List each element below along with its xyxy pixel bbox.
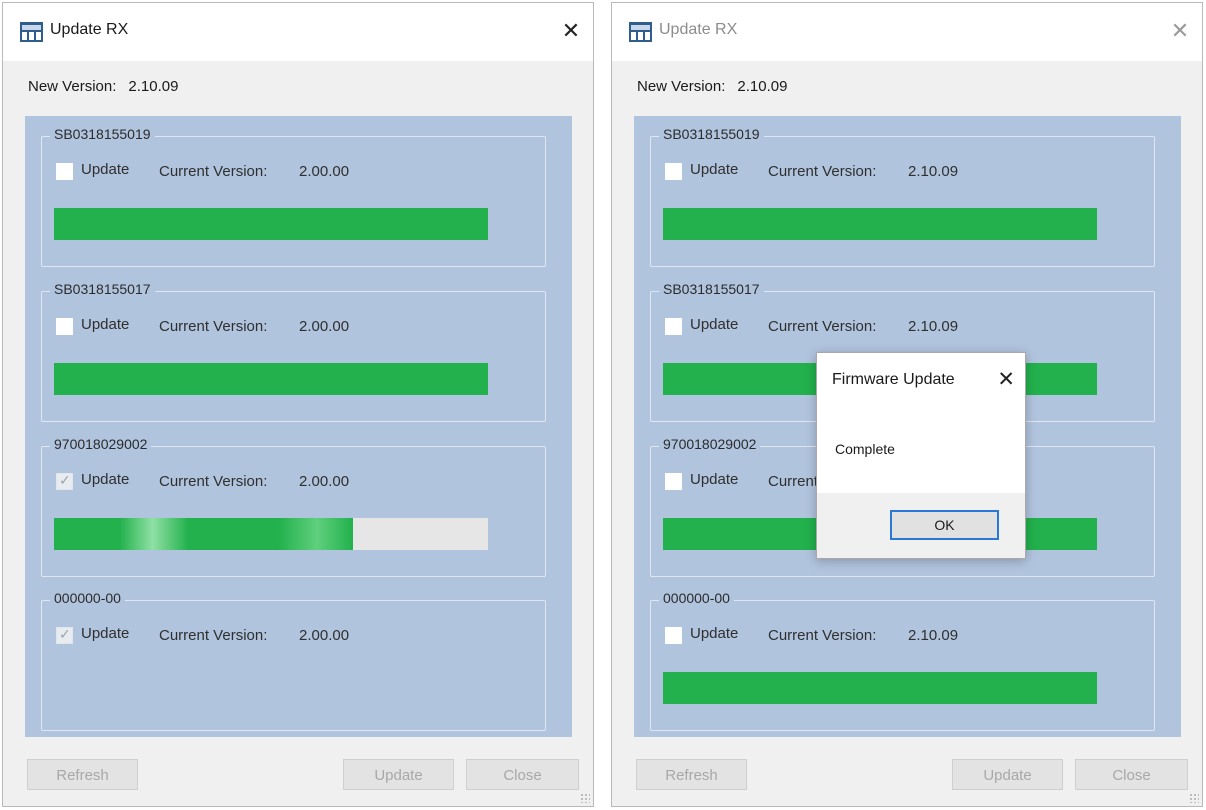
firmware-update-dialog: Firmware Update ✕ Complete OK [816, 352, 1026, 559]
title-bar: Update RX ✕ [612, 3, 1202, 61]
current-version-label: Current Version: [768, 318, 877, 335]
update-button[interactable]: Update [343, 759, 454, 790]
progress-bar [54, 518, 488, 550]
device-id: SB0318155017 [50, 281, 155, 297]
update-checkbox[interactable] [665, 163, 682, 180]
device-group: SB0318155019 Update Current Version: 2.0… [41, 126, 546, 267]
update-checkbox[interactable] [56, 626, 73, 644]
update-checkbox[interactable] [56, 163, 73, 180]
update-checkbox[interactable] [665, 473, 682, 490]
device-group: SB0318155017 Update Current Version: 2.0… [41, 281, 546, 422]
update-button[interactable]: Update [952, 759, 1063, 790]
current-version-label: Current [768, 473, 819, 490]
title-bar: Update RX ✕ [3, 3, 593, 61]
current-version-value: 2.10.09 [908, 318, 959, 335]
update-label: Update [690, 316, 739, 333]
progress-fill [54, 363, 488, 395]
current-version-label: Current Version: [768, 163, 877, 180]
current-version-value: 2.10.09 [908, 163, 959, 180]
progress-bar [663, 208, 1097, 240]
current-version-value: 2.10.09 [908, 627, 959, 644]
update-label: Update [81, 316, 130, 333]
current-version-label: Current Version: [159, 318, 268, 335]
new-version-label: New Version: [28, 78, 117, 95]
update-label: Update [81, 161, 130, 178]
update-label: Update [690, 161, 739, 178]
device-group: 000000-00 Update Current Version: 2.00.0… [41, 590, 546, 731]
device-id: 970018029002 [659, 436, 761, 452]
resize-grip-icon[interactable] [1189, 793, 1199, 803]
device-group: SB0318155019 Update Current Version: 2.1… [650, 126, 1155, 267]
device-id: SB0318155019 [50, 126, 155, 142]
device-panel: SB0318155019 Update Current Version: 2.0… [25, 116, 572, 737]
refresh-button[interactable]: Refresh [636, 759, 747, 790]
new-version-value: 2.10.09 [128, 78, 179, 95]
window-title: Update RX [50, 21, 129, 38]
current-version-value: 2.00.00 [299, 627, 350, 644]
update-checkbox[interactable] [56, 472, 73, 490]
new-version-value: 2.10.09 [737, 78, 788, 95]
update-label: Update [690, 625, 739, 642]
progress-bar [54, 208, 488, 240]
progress-bar [663, 672, 1097, 704]
update-checkbox[interactable] [665, 627, 682, 644]
update-checkbox[interactable] [56, 318, 73, 335]
update-checkbox[interactable] [665, 318, 682, 335]
progress-fill [663, 208, 1097, 240]
refresh-button[interactable]: Refresh [27, 759, 138, 790]
device-group: 970018029002 Update Current Version: 2.0… [41, 436, 546, 577]
close-button[interactable]: Close [466, 759, 579, 790]
window-title: Update RX [659, 21, 738, 38]
dialog-footer: OK [817, 493, 1025, 558]
progress-fill [54, 208, 488, 240]
current-version-label: Current Version: [768, 627, 877, 644]
close-icon[interactable]: ✕ [1164, 13, 1196, 49]
close-button[interactable]: Close [1075, 759, 1188, 790]
dialog-message: Complete [835, 441, 895, 457]
new-version: New Version: 2.10.09 [28, 78, 178, 95]
current-version-label: Current Version: [159, 163, 268, 180]
dialog-title: Firmware Update [832, 371, 955, 388]
resize-grip-icon[interactable] [580, 793, 590, 803]
close-icon[interactable]: ✕ [997, 367, 1015, 392]
ok-button[interactable]: OK [890, 510, 999, 540]
progress-bar [54, 363, 488, 395]
update-rx-window-left: Update RX ✕ New Version: 2.10.09 SB031815… [2, 2, 594, 807]
device-id: SB0318155017 [659, 281, 764, 297]
current-version-label: Current Version: [159, 627, 268, 644]
update-label: Update [690, 471, 739, 488]
app-logo-icon [20, 22, 43, 42]
update-label: Update [81, 625, 130, 642]
device-group: 000000-00 Update Current Version: 2.10.0… [650, 590, 1155, 731]
device-id: 000000-00 [50, 590, 125, 606]
device-id: 970018029002 [50, 436, 152, 452]
close-icon[interactable]: ✕ [555, 13, 587, 49]
progress-fill [663, 672, 1097, 704]
current-version-label: Current Version: [159, 473, 268, 490]
progress-fill [54, 518, 354, 550]
current-version-value: 2.00.00 [299, 473, 350, 490]
device-id: SB0318155019 [659, 126, 764, 142]
new-version-label: New Version: [637, 78, 726, 95]
current-version-value: 2.00.00 [299, 163, 350, 180]
update-label: Update [81, 471, 130, 488]
current-version-value: 2.00.00 [299, 318, 350, 335]
app-logo-icon [629, 22, 652, 42]
new-version: New Version: 2.10.09 [637, 78, 787, 95]
device-id: 000000-00 [659, 590, 734, 606]
